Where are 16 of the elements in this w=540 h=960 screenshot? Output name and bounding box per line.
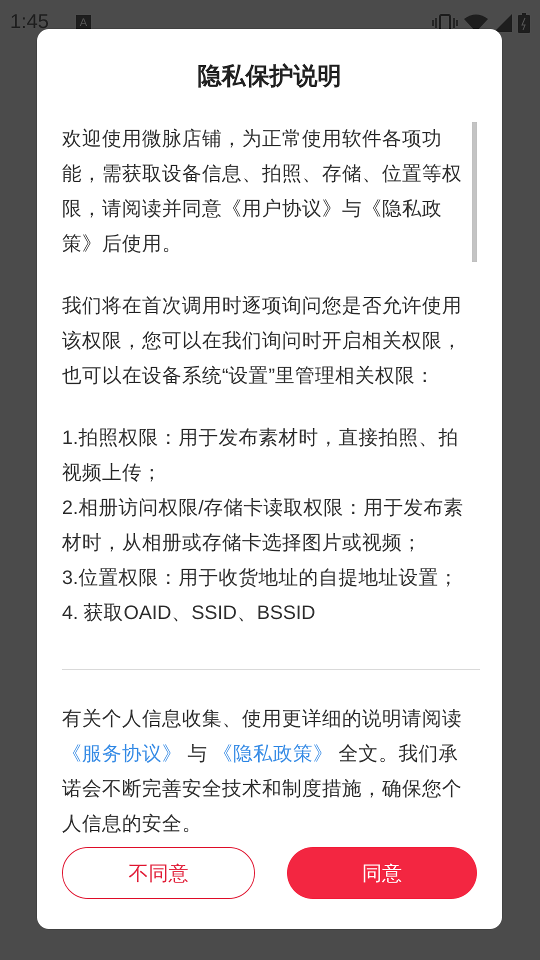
- body-paragraph: 欢迎使用微脉店铺，为正常使用软件各项功能，需获取设备信息、拍照、存储、位置等权限，请阅读并同意《用户协议》与《隐私政策》后使用。: [62, 127, 463, 257]
- permission-item: 3.位置权限：用于收货地址的自提地址设置；: [62, 566, 460, 591]
- agreement-link[interactable]: 《隐私政策》: [212, 743, 333, 765]
- agreement-link[interactable]: 《服务协议》: [62, 743, 182, 765]
- disagree-button[interactable]: 不同意: [62, 847, 254, 899]
- dialog-title: 隐私保护说明: [196, 62, 342, 92]
- wifi-icon: [464, 14, 488, 32]
- permission-item: 4. 获取OAID、SSID、BSSID: [62, 601, 316, 626]
- permission-item: 1.拍照权限：用于发布素材时，直接拍照、拍视频上传；: [62, 426, 460, 486]
- vibrate-icon: [432, 14, 458, 32]
- signal-icon: [494, 14, 512, 32]
- privacy-notice-text: 有关个人信息收集、使用更详细的说明请阅读 《服务协议》 与 《隐私政策》 全文。我们承诺会不断完善安全技术和制度措施，确保您个人信息的安全。: [62, 707, 463, 837]
- permission-item: 2.相册访问权限/存储卡读取权限：用于发布素材时，从相册或存储卡选择图片或视频；: [62, 496, 465, 556]
- body-paragraph: 我们将在首次调用时逐项询问您是否允许使用该权限，您可以在我们询问时开启相关权限，也可以在设备系统“设置”里管理相关权限：: [62, 294, 463, 389]
- battery-icon: [518, 12, 530, 32]
- agree-button[interactable]: 同意: [286, 847, 477, 899]
